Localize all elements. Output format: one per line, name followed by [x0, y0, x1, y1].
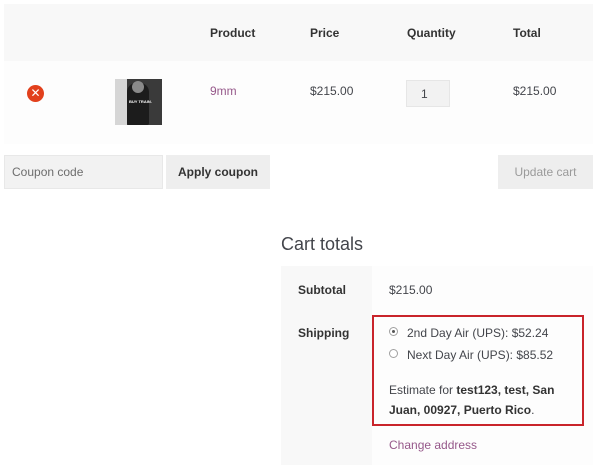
- product-thumbnail[interactable]: BUY TRAIN.: [115, 79, 162, 125]
- shipping-option-label-next-day[interactable]: Next Day Air (UPS): $85.52: [407, 348, 553, 362]
- update-cart-button[interactable]: Update cart: [498, 155, 593, 189]
- header-quantity: Quantity: [407, 26, 456, 40]
- subtotal-label: Subtotal: [298, 283, 346, 297]
- shipping-option-label-2nd-day[interactable]: 2nd Day Air (UPS): $52.24: [407, 326, 548, 340]
- header-product: Product: [210, 26, 256, 40]
- header-total: Total: [513, 26, 541, 40]
- product-name-link[interactable]: 9mm: [210, 84, 237, 98]
- shipping-estimate: Estimate for test123, test, San Juan, 00…: [389, 380, 581, 420]
- header-price: Price: [310, 26, 340, 40]
- cart-totals-title: Cart totals: [281, 234, 364, 254]
- shipping-option-radio-next-day[interactable]: [389, 349, 398, 358]
- estimate-prefix: Estimate for: [389, 383, 457, 397]
- thumbnail-text: BUY TRAIN.: [129, 99, 152, 104]
- cart-table-row: [4, 61, 593, 144]
- cart-table-header: [4, 4, 593, 61]
- estimate-suffix: .: [531, 403, 535, 417]
- coupon-code-input[interactable]: [4, 155, 163, 189]
- item-price: $215.00: [310, 84, 354, 98]
- subtotal-value: $215.00: [389, 283, 433, 297]
- item-total: $215.00: [513, 84, 557, 98]
- change-address-link[interactable]: Change address: [389, 438, 477, 452]
- shipping-label: Shipping: [298, 326, 350, 340]
- apply-coupon-button[interactable]: Apply coupon: [166, 155, 270, 189]
- shipping-option-radio-2nd-day[interactable]: [389, 327, 398, 336]
- quantity-input[interactable]: [406, 80, 450, 107]
- remove-item-icon[interactable]: ✕: [27, 85, 44, 102]
